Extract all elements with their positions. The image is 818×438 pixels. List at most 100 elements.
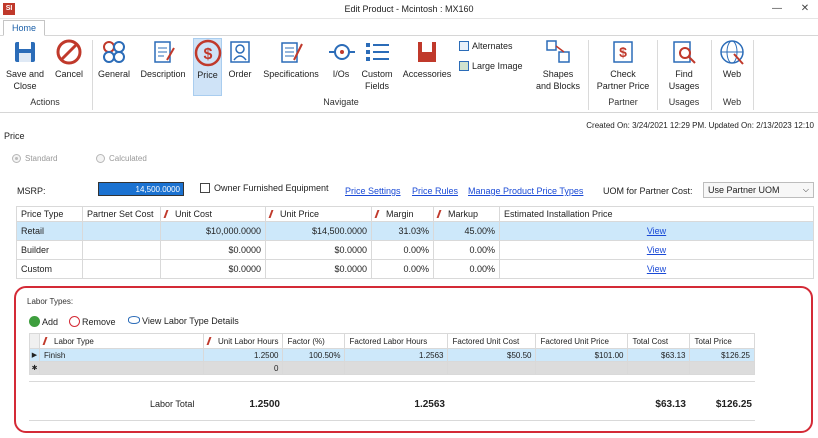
alternates-button[interactable]: Alternates [459,41,513,51]
unit-price-cell[interactable]: $0.0000 [265,259,372,279]
table-row[interactable]: Retail $10,000.0000 $14,500.0000 31.03% … [16,221,814,241]
column-header[interactable]: Total Cost [627,333,691,349]
markup-cell[interactable]: 0.00% [433,259,500,279]
ribbon-separator [753,40,754,110]
markup-cell[interactable]: 45.00% [433,221,500,241]
description-button[interactable]: Description [137,38,189,80]
close-icon[interactable]: ✕ [798,2,812,16]
column-header[interactable]: Factored Labor Hours [344,333,449,349]
column-header[interactable]: Labor Type [39,333,204,349]
column-header[interactable]: Factored Unit Price [535,333,629,349]
column-header[interactable]: Markup [433,206,500,222]
partner-set-cost-cell[interactable] [82,221,161,241]
manage-price-types-link[interactable]: Manage Product Price Types [468,186,583,196]
total-cost-cell [627,361,691,375]
unit-cost-cell[interactable]: $0.0000 [160,259,266,279]
labor-type-cell[interactable] [39,361,204,375]
row-header [29,333,40,349]
window-title: Edit Product - Mcintosh : MX160 [344,4,474,14]
column-header[interactable]: Unit Cost [160,206,266,222]
radio-standard[interactable]: Standard [12,154,57,163]
save-icon [15,42,35,62]
general-label: General [97,69,131,79]
pencil-icon [268,210,280,218]
column-header[interactable]: Partner Set Cost [82,206,161,222]
unit-labor-hours-cell[interactable]: 0 [202,361,284,375]
unit-cost-cell[interactable]: $10,000.0000 [160,221,266,241]
view-link[interactable]: View [499,240,814,260]
minimize-icon[interactable]: — [770,2,784,16]
find-usages-button[interactable]: Find Usages [662,38,706,92]
add-labor-button[interactable]: Add [29,316,58,327]
general-button[interactable]: General [96,38,132,80]
view-labor-details-button[interactable]: View Labor Type Details [128,316,239,326]
shapes-and-blocks-button[interactable]: Shapes and Blocks [532,38,584,92]
price-section-title: Price [4,131,25,141]
new-row[interactable]: ✱ 0 [29,361,755,375]
custom-fields-button[interactable]: Custom Fields [358,38,396,92]
margin-cell[interactable]: 0.00% [371,259,434,279]
specifications-button[interactable]: Specifications [259,38,323,80]
view-link[interactable]: View [499,221,814,241]
large-image-button[interactable]: Large Image [459,61,523,71]
column-header[interactable]: Estimated Installation Price [499,206,814,222]
column-header[interactable]: Unit Labor Hours [202,333,284,349]
price-type-cell: Retail [16,221,83,241]
owner-furnished-checkbox[interactable]: Owner Furnished Equipment [200,183,329,193]
ribbon-separator [711,40,712,110]
uom-select[interactable]: Use Partner UOM ⌵ [703,182,814,198]
description-label: Description [140,69,186,79]
table-row[interactable]: ▶ Finish 1.2500 100.50% 1.2563 $50.50 $1… [29,348,755,362]
large-image-label: Large Image [472,61,523,71]
margin-cell[interactable]: 0.00% [371,240,434,260]
pencil-icon [163,210,175,218]
price-button[interactable]: $ Price [193,38,222,96]
column-header[interactable]: Margin [371,206,434,222]
unit-price-cell[interactable]: $14,500.0000 [265,221,372,241]
margin-cell[interactable]: 31.03% [371,221,434,241]
remove-icon [69,316,80,327]
price-settings-link[interactable]: Price Settings [345,186,401,196]
column-header[interactable]: Total Price [689,333,755,349]
description-icon [154,41,175,63]
column-header[interactable]: Price Type [16,206,83,222]
ios-button[interactable]: I/Os [328,38,355,80]
table-row[interactable]: Custom $0.0000 $0.0000 0.00% 0.00% View [16,259,814,279]
column-header[interactable]: Unit Price [265,206,372,222]
save-and-close-button[interactable]: Save and Close [3,38,47,92]
cancel-button[interactable]: Cancel [51,38,87,80]
labor-grid-bottom [29,381,755,382]
unit-labor-hours-cell[interactable]: 1.2500 [202,348,284,362]
radio-calculated[interactable]: Calculated [96,154,147,163]
specifications-icon [281,42,303,63]
factored-unit-cost-cell: $50.50 [447,348,537,362]
dollar-icon: $ [194,39,222,67]
partner-set-cost-cell[interactable] [82,240,161,260]
markup-cell[interactable]: 0.00% [433,240,500,260]
add-icon [29,316,40,327]
labor-type-cell[interactable]: Finish [39,348,204,362]
tab-home[interactable]: Home [3,20,46,36]
new-row-icon: ✱ [29,361,40,375]
column-header[interactable]: Factor (%) [282,333,346,349]
partner-set-cost-cell[interactable] [82,259,161,279]
web-label: Web [722,69,742,79]
factored-unit-cost-cell [447,361,537,375]
accessories-button[interactable]: Accessories [400,38,454,80]
price-rules-link[interactable]: Price Rules [412,186,458,196]
labor-footer-bottom [29,420,755,421]
pencil-icon [206,336,218,345]
labor-total-factored-hours: 1.2563 [414,399,445,410]
unit-price-cell[interactable]: $0.0000 [265,240,372,260]
remove-labor-button[interactable]: Remove [69,316,116,327]
column-header-label: Unit Cost [175,209,213,219]
table-row[interactable]: Builder $0.0000 $0.0000 0.00% 0.00% View [16,240,814,260]
msrp-input[interactable]: 14,500.0000 [98,182,184,196]
check-partner-price-button[interactable]: $ Check Partner Price [593,38,653,92]
column-header[interactable]: Factored Unit Cost [447,333,537,349]
unit-cost-cell[interactable]: $0.0000 [160,240,266,260]
web-button[interactable]: Web [716,38,748,80]
io-icon [329,44,355,60]
order-button[interactable]: Order [225,38,255,80]
view-link[interactable]: View [499,259,814,279]
